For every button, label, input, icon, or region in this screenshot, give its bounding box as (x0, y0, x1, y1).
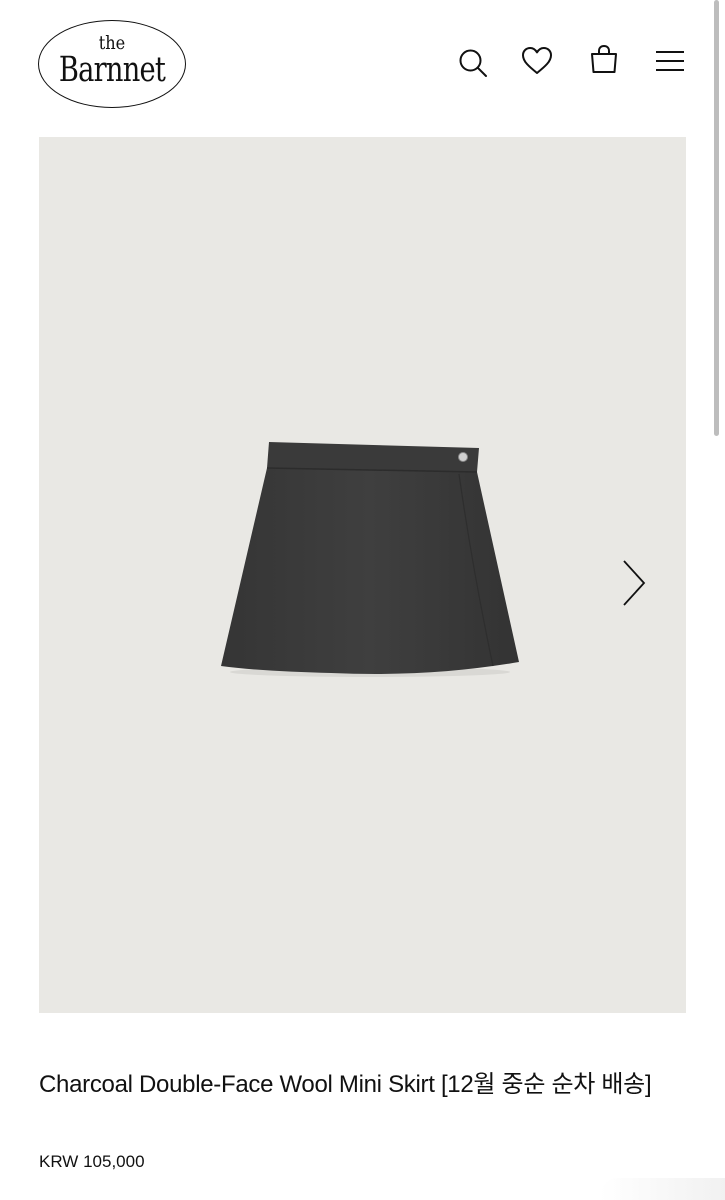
menu-icon (656, 51, 684, 71)
cart-button[interactable] (586, 42, 622, 78)
wishlist-button[interactable] (519, 43, 555, 79)
heart-icon (522, 47, 552, 74)
floating-button-edge (600, 1178, 725, 1200)
bag-icon (591, 44, 617, 73)
next-image-button[interactable] (614, 555, 654, 611)
chevron-right-icon (623, 560, 646, 606)
site-header: the Barnnet (0, 0, 725, 125)
brand-logo[interactable]: the Barnnet (38, 20, 186, 108)
logo-name-text: Barnnet (58, 50, 166, 90)
page-scrollbar[interactable] (714, 0, 719, 436)
product-price: KRW 105,000 (39, 1152, 145, 1171)
product-title: Charcoal Double-Face Wool Mini Skirt [12… (39, 1071, 652, 1098)
search-icon (459, 49, 487, 77)
product-image (221, 442, 519, 677)
menu-button[interactable] (652, 43, 688, 79)
product-image-gallery[interactable] (39, 137, 686, 1013)
search-button[interactable] (455, 45, 491, 81)
